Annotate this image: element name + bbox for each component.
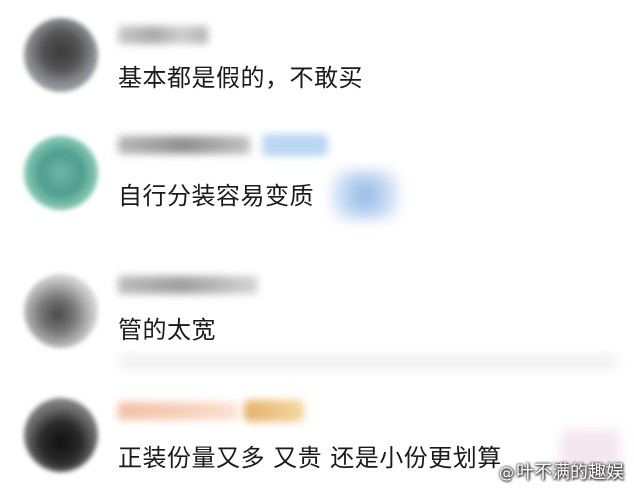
blurred-divider <box>118 356 618 368</box>
username[interactable] <box>118 402 238 420</box>
avatar[interactable] <box>24 398 98 472</box>
comment-item: 自行分装容易变质 <box>0 120 634 260</box>
comment-list: 基本都是假的，不敢买 自行分装容易变质 管的太宽 正装份量又多 又贵 还是小份更… <box>0 0 634 493</box>
watermark: @ 叶不满的趣娱 <box>499 458 624 484</box>
blurred-sticker <box>330 170 400 220</box>
avatar[interactable] <box>24 274 98 348</box>
avatar[interactable] <box>24 136 98 210</box>
comment-item: 基本都是假的，不敢买 <box>0 0 634 120</box>
username[interactable] <box>118 26 208 44</box>
comment-text: 自行分装容易变质 <box>118 182 314 210</box>
username[interactable] <box>118 276 258 294</box>
comment-text: 正装份量又多 又贵 还是小份更划算 <box>118 444 502 472</box>
user-badge <box>244 400 304 422</box>
at-icon: @ <box>499 464 514 482</box>
comment-text: 管的太宽 <box>118 316 216 344</box>
comment-text: 基本都是假的，不敢买 <box>118 64 363 92</box>
username[interactable] <box>118 136 250 154</box>
avatar[interactable] <box>24 18 98 92</box>
watermark-text: 叶不满的趣娱 <box>516 462 624 483</box>
user-badge <box>262 134 328 156</box>
comment-item: 管的太宽 <box>0 260 634 390</box>
